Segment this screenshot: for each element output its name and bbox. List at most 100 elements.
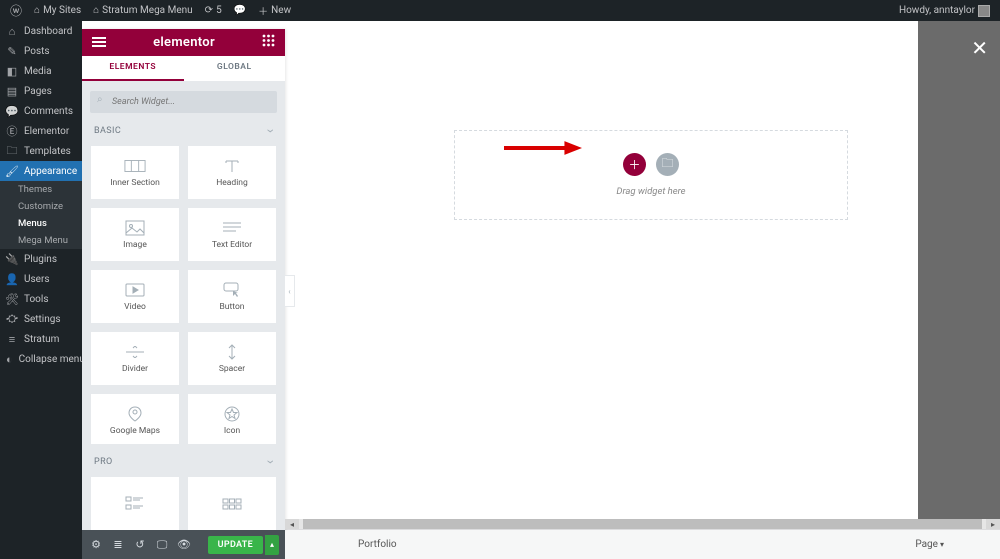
sidebar-item[interactable]: 🗀Templates (0, 141, 82, 161)
scroll-left[interactable]: ◂ (285, 519, 299, 529)
sidebar-label: Comments (24, 106, 73, 117)
portfolio-icon (221, 494, 243, 512)
widget-button[interactable]: Button (187, 269, 277, 324)
widget-icon[interactable]: Icon (187, 393, 277, 444)
sidebar-subitem[interactable]: Mega Menu (0, 232, 82, 249)
sidebar-item-appearance[interactable]: 🖌 Appearance (0, 161, 82, 181)
widget-text-editor[interactable]: Text Editor (187, 207, 277, 262)
widgets-grid-button[interactable] (262, 34, 275, 51)
sidebar-item[interactable]: ◐Collapse menu (0, 349, 82, 369)
sidebar-label: Elementor (24, 126, 69, 137)
sidebar-subitem[interactable]: Menus (0, 215, 82, 232)
site-name-menu[interactable]: ⌂Stratum Mega Menu (89, 0, 197, 21)
preview-button[interactable]: 👁 (176, 537, 192, 553)
widget-label: Video (124, 302, 146, 312)
widget-pro[interactable] (187, 476, 277, 530)
scroll-thumb[interactable] (303, 519, 982, 529)
menu-item-type[interactable]: Page▾ (915, 539, 944, 550)
sidebar-label: Collapse menu (19, 354, 85, 365)
widget-label: Spacer (219, 364, 245, 374)
sidebar-label: Users (24, 274, 50, 285)
sidebar-item[interactable]: ⛮Settings (0, 309, 82, 329)
lines-icon (221, 219, 243, 237)
sidebar-item[interactable]: ◧Media (0, 61, 82, 81)
elementor-panel-footer: ⚙ ≣ ↺ 🖵 👁 UPDATE ▴ (82, 530, 285, 559)
comments-menu[interactable]: 💬 (230, 0, 250, 21)
menu-icon: ≡ (6, 333, 18, 345)
popup-right-strip: ✕ (918, 21, 1000, 525)
my-sites-menu[interactable]: ⌂My Sites (30, 0, 85, 21)
widget-heading[interactable]: Heading (187, 145, 277, 200)
widget-image[interactable]: Image (90, 207, 180, 262)
sidebar-item[interactable]: 👤Users (0, 269, 82, 289)
menu-icon: 🗀 (6, 145, 18, 157)
menu-icon: ▤ (6, 85, 18, 97)
add-section-button[interactable]: ＋ (623, 153, 646, 176)
responsive-button[interactable]: 🖵 (154, 537, 170, 553)
chevron-down-icon: ▾ (940, 540, 944, 549)
canvas-scrollbar[interactable]: ◂ ▸ (285, 519, 1000, 529)
updates-count: 5 (216, 5, 222, 16)
sidebar-item[interactable]: ▤Pages (0, 81, 82, 101)
folder-icon: 🗀 (661, 154, 673, 175)
menu-button[interactable] (92, 35, 106, 49)
divider-icon (124, 343, 146, 361)
navigator-button[interactable]: ≣ (110, 537, 126, 553)
columns-icon (124, 157, 146, 175)
sidebar-subitem[interactable]: Themes (0, 181, 82, 198)
category-basic[interactable]: BASIC› (82, 113, 285, 145)
widget-video[interactable]: Video (90, 269, 180, 324)
sidebar-label: Media (24, 66, 52, 77)
tab-global[interactable]: GLOBAL (184, 56, 286, 82)
sidebar-item[interactable]: 💬Comments (0, 101, 82, 121)
monitor-icon: 🖵 (157, 538, 168, 552)
scroll-right[interactable]: ▸ (986, 519, 1000, 529)
plus-icon: ＋ (628, 156, 640, 173)
sidebar-label: Tools (24, 294, 48, 305)
widget-search: ⌕ (90, 89, 277, 113)
pin-icon (124, 405, 146, 423)
refresh-icon: ⟳ (205, 5, 213, 16)
widget-inner-section[interactable]: Inner Section (90, 145, 180, 200)
update-button[interactable]: UPDATE (208, 536, 263, 554)
eye-icon: 👁 (177, 538, 191, 551)
widget-spacer[interactable]: Spacer (187, 331, 277, 386)
tab-elements[interactable]: ELEMENTS (82, 56, 184, 82)
history-button[interactable]: ↺ (132, 537, 148, 553)
my-account-menu[interactable]: Howdy, anntaylor (895, 0, 994, 21)
sidebar-item[interactable]: 🔌Plugins (0, 249, 82, 269)
sidebar-subitem[interactable]: Customize (0, 198, 82, 215)
add-template-button[interactable]: 🗀 (656, 153, 679, 176)
widget-google-maps[interactable]: Google Maps (90, 393, 180, 444)
sidebar-item[interactable]: ⒺElementor (0, 121, 82, 141)
widget-divider[interactable]: Divider (90, 331, 180, 386)
search-input[interactable] (90, 91, 277, 113)
item-type-label: Page (915, 539, 938, 550)
sidebar-item[interactable]: ⌂Dashboard (0, 21, 82, 41)
wp-logo[interactable]: ⓦ (6, 0, 26, 21)
widget-label: Button (219, 302, 244, 312)
grid-icon (262, 34, 275, 47)
search-icon: ⌕ (97, 94, 103, 105)
category-pro[interactable]: PRO› (82, 444, 285, 476)
chevron-up-icon: ▴ (270, 540, 274, 549)
sidebar-item[interactable]: ✎Posts (0, 41, 82, 61)
menu-icon: ⌂ (6, 25, 18, 37)
widget-label: Text Editor (212, 240, 252, 250)
sidebar-item[interactable]: ≡Stratum (0, 329, 82, 349)
widget-label: Heading (216, 178, 248, 188)
sidebar-item[interactable]: 🛠Tools (0, 289, 82, 309)
plus-icon: ＋ (258, 3, 268, 18)
panel-collapse-handle[interactable]: ‹ (285, 275, 295, 307)
new-content-menu[interactable]: ＋New (254, 0, 295, 21)
gear-icon: ⚙ (91, 538, 101, 551)
pointer-icon (221, 281, 243, 299)
settings-button[interactable]: ⚙ (88, 537, 104, 553)
save-options-button[interactable]: ▴ (265, 535, 279, 555)
posts-icon (124, 494, 146, 512)
avatar (978, 5, 990, 17)
widget-label: Icon (224, 426, 240, 436)
widget-pro[interactable] (90, 476, 180, 530)
updates-menu[interactable]: ⟳5 (201, 0, 226, 21)
close-icon[interactable]: ✕ (971, 36, 988, 60)
